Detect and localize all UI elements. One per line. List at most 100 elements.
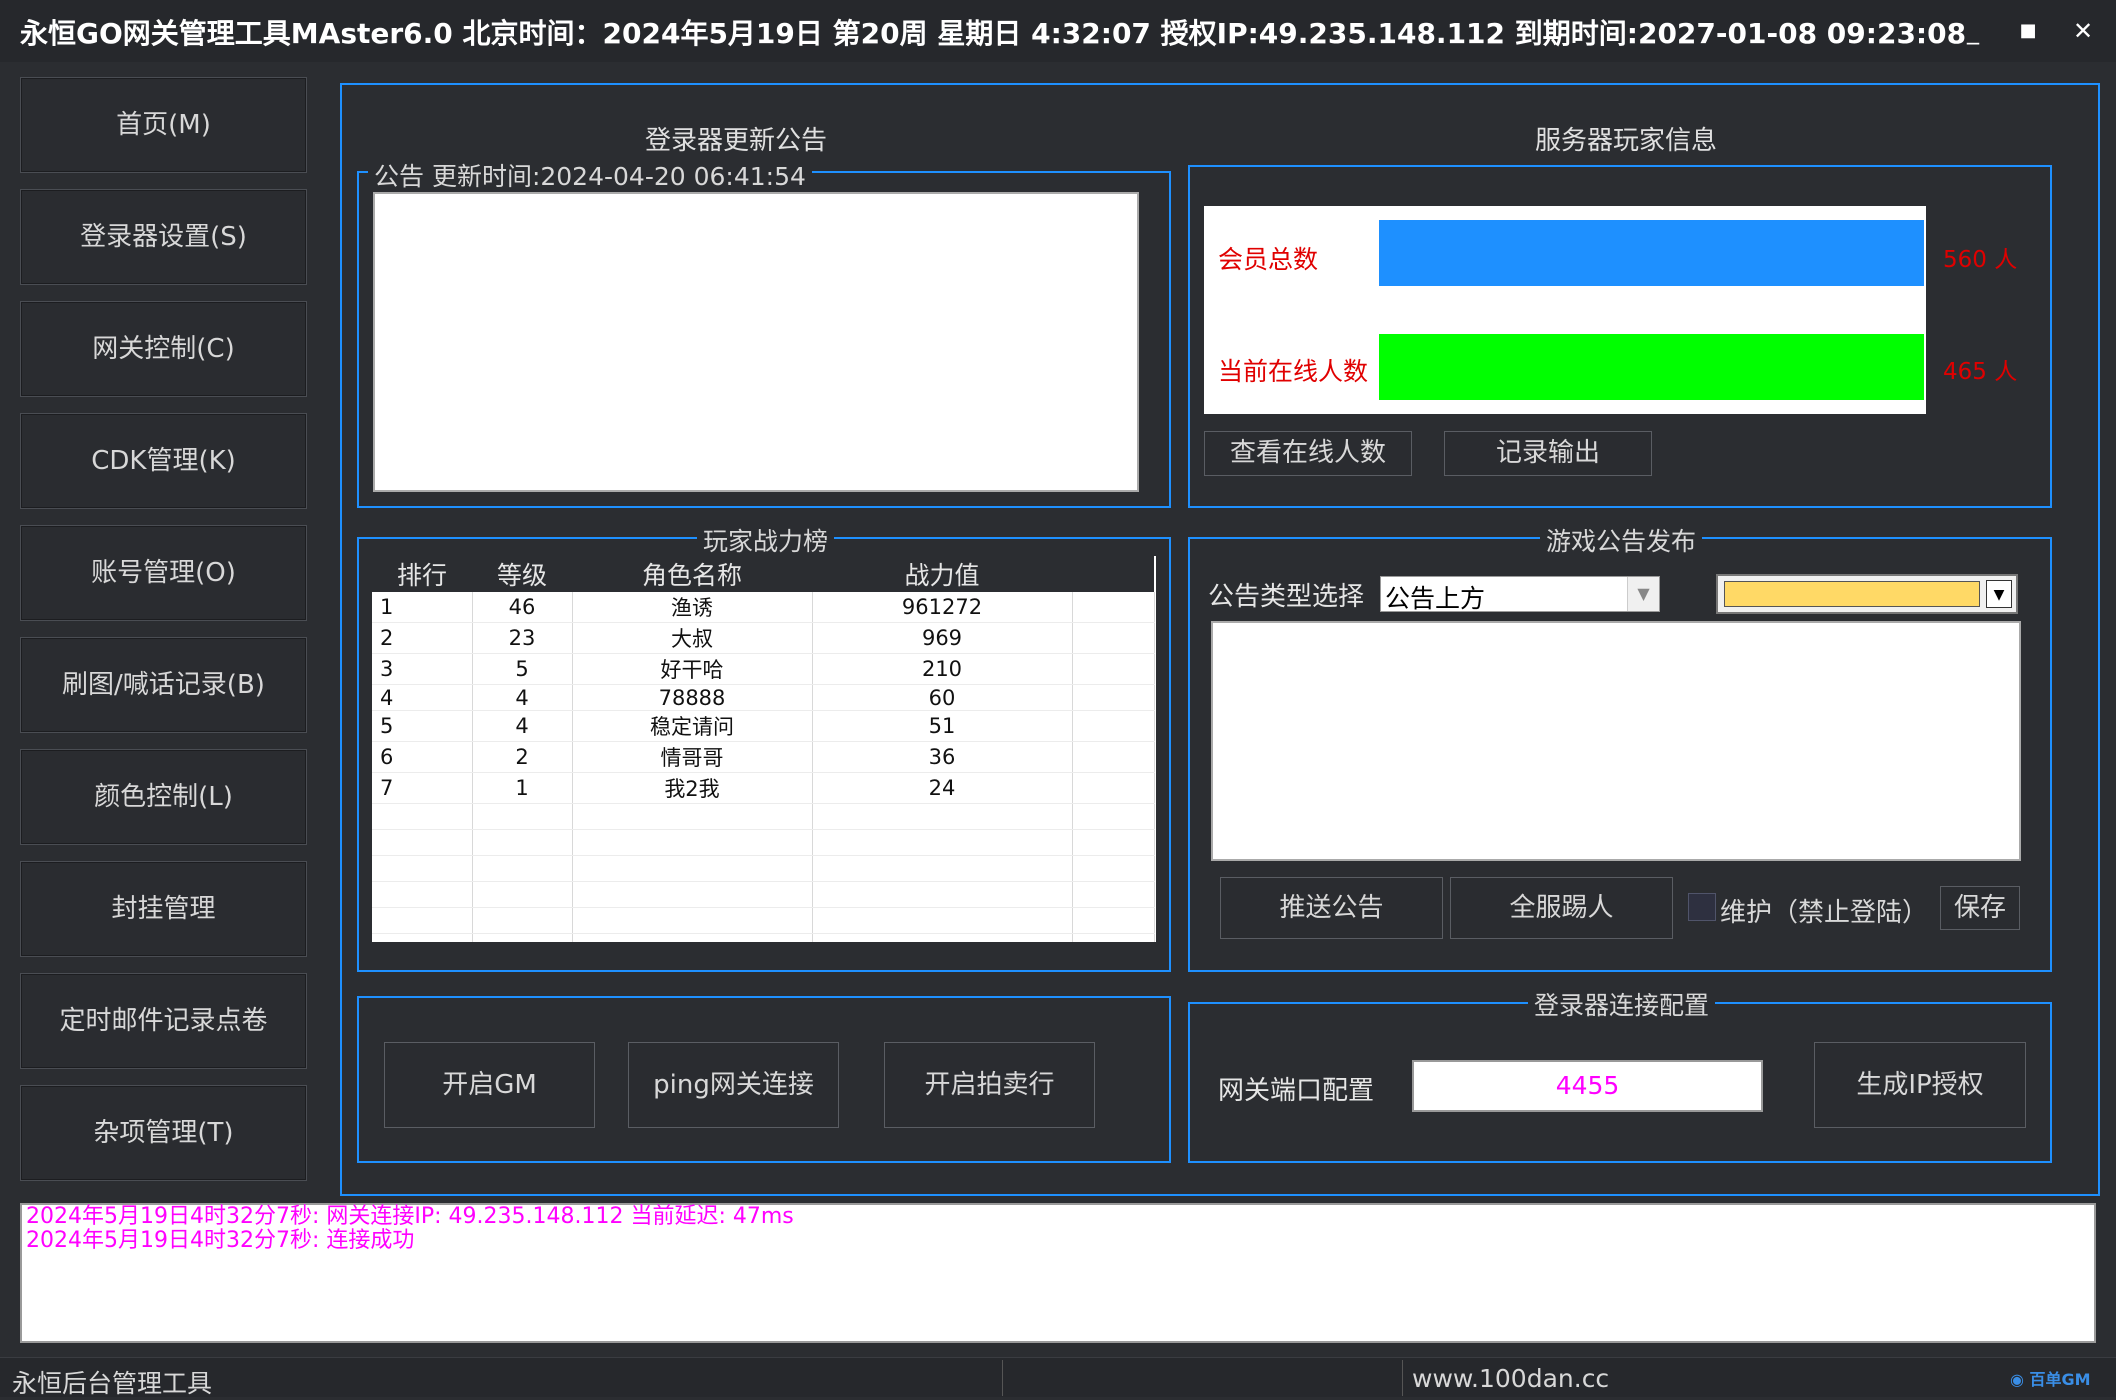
cell-empty bbox=[572, 829, 813, 856]
cell-level: 1 bbox=[472, 772, 573, 804]
nav-chat-records[interactable]: 刷图/喊话记录(B) bbox=[20, 637, 307, 733]
ranking-table-container[interactable]: 排行 等级 角色名称 战力值 1 46 渔诱 961272 2 23 大叔 969 3 5 好干哈 2… bbox=[372, 556, 1156, 942]
table-row[interactable]: 7 1 我2我 24 bbox=[372, 772, 1155, 804]
cell-empty bbox=[1072, 933, 1155, 942]
table-row[interactable]: 6 2 情哥哥 36 bbox=[372, 741, 1155, 773]
open-gm-button[interactable]: 开启GM bbox=[384, 1042, 595, 1128]
cell-empty bbox=[1072, 803, 1155, 830]
table-row[interactable]: 2 23 大叔 969 bbox=[372, 622, 1155, 654]
game-notice-legend: 游戏公告发布 bbox=[1540, 522, 1703, 558]
cell-empty bbox=[1072, 855, 1155, 882]
cell-spacer bbox=[1072, 653, 1155, 685]
nav-launcher-settings[interactable]: 登录器设置(S) bbox=[20, 189, 307, 285]
cell-level: 23 bbox=[472, 622, 573, 654]
notice-type-select[interactable]: 公告上方 ▼ bbox=[1380, 576, 1660, 613]
cell-spacer bbox=[1072, 684, 1155, 711]
nav-cdk-management[interactable]: CDK管理(K) bbox=[20, 413, 307, 509]
status-website[interactable]: www.100dan.cc bbox=[1412, 1364, 1609, 1393]
table-row[interactable]: 4 4 78888 60 bbox=[372, 684, 1155, 711]
log-output[interactable]: 2024年5月19日4时32分7秒: 网关连接IP: 49.235.148.11… bbox=[20, 1203, 2096, 1343]
color-swatch bbox=[1724, 581, 1980, 607]
nav-scheduled-mail[interactable]: 定时邮件记录点卷 bbox=[20, 973, 307, 1069]
online-count-label: 当前在线人数 bbox=[1218, 357, 1369, 386]
table-row[interactable]: 5 4 稳定请问 51 bbox=[372, 710, 1155, 742]
announcement-heading: 登录器更新公告 bbox=[645, 126, 828, 156]
member-total-value: 560 人 bbox=[1943, 247, 2018, 273]
kick-all-button[interactable]: 全服踢人 bbox=[1450, 877, 1673, 939]
minimize-button[interactable]: _ bbox=[1948, 8, 1998, 54]
port-label: 网关端口配置 bbox=[1218, 1076, 1375, 1106]
cell-rank: 4 bbox=[372, 684, 473, 711]
cell-level: 2 bbox=[472, 741, 573, 773]
cell-rank: 3 bbox=[372, 653, 473, 685]
cell-power: 961272 bbox=[812, 592, 1073, 623]
cell-level: 4 bbox=[472, 684, 573, 711]
cell-empty bbox=[472, 855, 573, 882]
nav-home[interactable]: 首页(M) bbox=[20, 77, 307, 173]
log-line: 2024年5月19日4时32分7秒: 连接成功 bbox=[26, 1228, 415, 1253]
cell-empty bbox=[372, 803, 473, 830]
generate-ip-auth-button[interactable]: 生成IP授权 bbox=[1814, 1042, 2026, 1128]
ranking-header-row: 排行 等级 角色名称 战力值 bbox=[372, 556, 1154, 592]
open-auction-button[interactable]: 开启拍卖行 bbox=[884, 1042, 1095, 1128]
view-online-button[interactable]: 查看在线人数 bbox=[1204, 431, 1412, 476]
table-row[interactable]: 1 46 渔诱 961272 bbox=[372, 592, 1155, 623]
column-header-power[interactable]: 战力值 bbox=[812, 556, 1072, 592]
port-input[interactable]: 4455 bbox=[1412, 1060, 1763, 1112]
table-row-empty bbox=[372, 855, 1155, 882]
save-button[interactable]: 保存 bbox=[1940, 886, 2020, 930]
cell-name: 好干哈 bbox=[572, 653, 813, 685]
cell-rank: 1 bbox=[372, 592, 473, 623]
nav-account-management[interactable]: 账号管理(O) bbox=[20, 525, 307, 621]
announcement-legend: 公告 更新时间:2024-04-20 06:41:54 bbox=[368, 157, 812, 193]
notice-content-textarea[interactable] bbox=[1211, 621, 2021, 861]
table-row[interactable]: 3 5 好干哈 210 bbox=[372, 653, 1155, 685]
cell-name: 我2我 bbox=[572, 772, 813, 804]
ranking-table: 排行 等级 角色名称 战力值 1 46 渔诱 961272 2 23 大叔 969 3 5 好干哈 2… bbox=[372, 556, 1155, 942]
cell-rank: 2 bbox=[372, 622, 473, 654]
cell-empty bbox=[812, 881, 1073, 908]
title-bar: 永恒GO网关管理工具MAster6.0 北京时间：2024年5月19日 第20周… bbox=[0, 0, 2116, 62]
maintenance-label: 维护（禁止登陆） bbox=[1720, 898, 1929, 928]
chevron-down-icon: ▼ bbox=[1627, 577, 1659, 611]
cell-empty bbox=[572, 803, 813, 830]
cell-name: 渔诱 bbox=[572, 592, 813, 623]
cell-empty bbox=[1072, 829, 1155, 856]
status-divider bbox=[1002, 1360, 1003, 1396]
cell-empty bbox=[572, 933, 813, 942]
status-app-name: 永恒后台管理工具 bbox=[12, 1369, 213, 1398]
announcement-textarea[interactable] bbox=[373, 192, 1139, 492]
column-header-rank[interactable]: 排行 bbox=[372, 556, 472, 592]
cell-power: 51 bbox=[812, 710, 1073, 742]
column-header-name[interactable]: 角色名称 bbox=[572, 556, 812, 592]
push-notice-button[interactable]: 推送公告 bbox=[1220, 877, 1443, 939]
maximize-button[interactable]: ■ bbox=[2003, 8, 2053, 54]
cell-spacer bbox=[1072, 741, 1155, 773]
nav-anticheat[interactable]: 封挂管理 bbox=[20, 861, 307, 957]
maintenance-checkbox[interactable] bbox=[1688, 893, 1716, 921]
cell-empty bbox=[812, 829, 1073, 856]
cell-empty bbox=[812, 907, 1073, 934]
sidebar: 首页(M) 登录器设置(S) 网关控制(C) CDK管理(K) 账号管理(O) … bbox=[0, 62, 330, 1192]
cell-empty bbox=[472, 881, 573, 908]
cell-spacer bbox=[1072, 772, 1155, 804]
cell-rank: 5 bbox=[372, 710, 473, 742]
ping-gateway-button[interactable]: ping网关连接 bbox=[628, 1042, 839, 1128]
color-picker[interactable]: ▼ bbox=[1716, 574, 2018, 614]
nav-color-control[interactable]: 颜色控制(L) bbox=[20, 749, 307, 845]
nav-gateway-control[interactable]: 网关控制(C) bbox=[20, 301, 307, 397]
cell-empty bbox=[1072, 907, 1155, 934]
column-header-level[interactable]: 等级 bbox=[472, 556, 572, 592]
cell-level: 4 bbox=[472, 710, 573, 742]
close-button[interactable]: ✕ bbox=[2058, 8, 2108, 54]
member-total-track bbox=[1379, 220, 1924, 286]
status-divider bbox=[1402, 1360, 1403, 1396]
cell-empty bbox=[1072, 881, 1155, 908]
online-count-bar bbox=[1379, 334, 1924, 400]
connection-legend: 登录器连接配置 bbox=[1528, 986, 1716, 1022]
nav-misc[interactable]: 杂项管理(T) bbox=[20, 1085, 307, 1181]
cell-power: 36 bbox=[812, 741, 1073, 773]
cell-spacer bbox=[1072, 622, 1155, 654]
cell-empty bbox=[812, 855, 1073, 882]
export-records-button[interactable]: 记录输出 bbox=[1444, 431, 1652, 476]
